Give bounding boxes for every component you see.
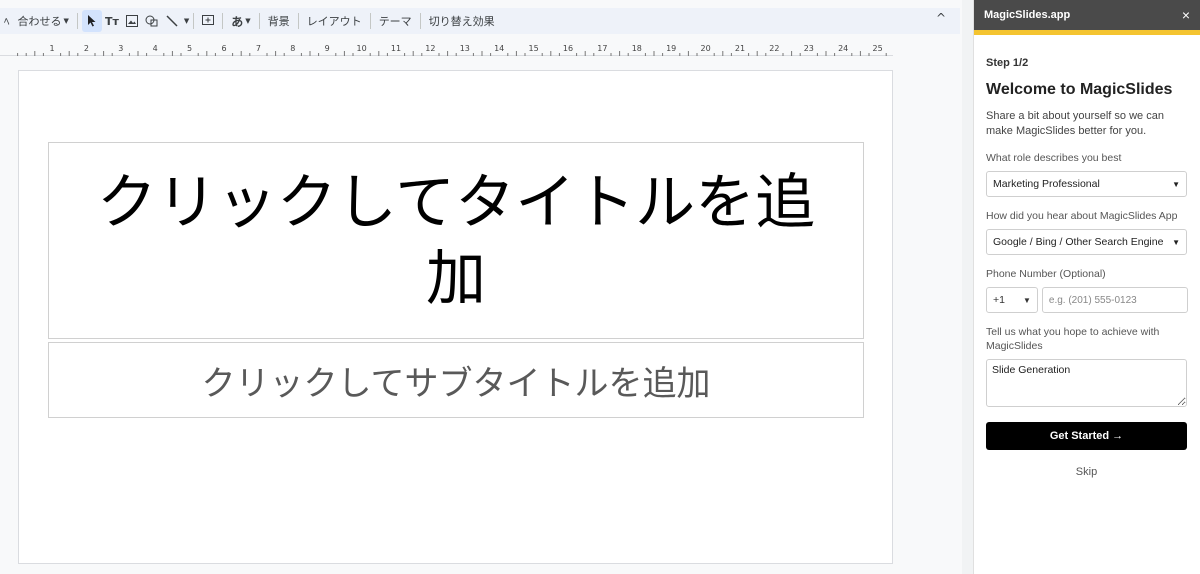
subtitle-placeholder-box[interactable]: クリックしてサブタイトルを追加: [48, 342, 864, 418]
chevron-down-icon: ▼: [245, 17, 251, 25]
phone-input[interactable]: [1041, 287, 1188, 313]
fit-zoom-menu[interactable]: 合わせる ▼: [14, 10, 73, 32]
onboarding-form: Step 1/2 Welcome to MagicSlides Share a …: [974, 57, 1200, 478]
toolbar-divider: [222, 13, 224, 29]
editor-toolbar: ﾍ 合わせる ▼ Tт ▼ あ ▼ 背景 レイアウト テーマ 切り替え効果 ^: [0, 8, 960, 34]
slide-canvas: クリックしてタイトルを追加 クリックしてサブタイトルを追加: [0, 56, 962, 574]
ruler-label: 6: [221, 44, 226, 53]
ruler-label: 13: [460, 44, 470, 53]
goal-label: Tell us what you hope to achieve with Ma…: [986, 326, 1160, 352]
role-select-value: Marketing Professional: [993, 178, 1100, 190]
phone-label: Phone Number (Optional): [986, 268, 1106, 280]
chevron-down-icon: ▼: [1022, 295, 1031, 305]
title-placeholder-box[interactable]: クリックしてタイトルを追加: [48, 142, 864, 339]
ruler-label: 1: [49, 44, 54, 53]
ruler-label: 20: [701, 44, 711, 53]
close-icon[interactable]: ×: [1182, 7, 1190, 23]
intro-text: Share a bit about yourself so we can mak…: [986, 110, 1164, 137]
line-tool-icon[interactable]: [162, 10, 182, 32]
ruler-label: 19: [666, 44, 676, 53]
ruler-label: 4: [153, 44, 158, 53]
skip-link[interactable]: Skip: [986, 466, 1187, 478]
transition-button[interactable]: 切り替え効果: [425, 10, 499, 32]
add-comment-icon[interactable]: [198, 10, 218, 32]
shape-icon[interactable]: [142, 10, 162, 32]
country-code-select[interactable]: +1 ▼: [986, 287, 1038, 313]
ruler-label: 21: [735, 44, 745, 53]
fit-zoom-label: 合わせる: [17, 15, 62, 28]
ruler-label: 23: [804, 44, 814, 53]
ruler-label: 14: [494, 44, 504, 53]
chevron-down-icon: ▼: [1172, 179, 1180, 189]
pointer-mode-icon[interactable]: ﾍ: [0, 10, 14, 32]
title-placeholder-text: クリックしてタイトルを追加: [96, 167, 816, 314]
source-label: How did you hear about MagicSlides App: [986, 210, 1178, 222]
collapse-toolbar-icon[interactable]: ^: [936, 11, 946, 25]
welcome-heading: Welcome to MagicSlides: [986, 81, 1173, 98]
sidebar-header: MagicSlides.app ×: [974, 0, 1200, 30]
get-started-button[interactable]: Get Started →: [986, 422, 1187, 450]
slide[interactable]: クリックしてタイトルを追加 クリックしてサブタイトルを追加: [18, 70, 893, 564]
ruler-label: 3: [118, 44, 123, 53]
step-indicator: Step 1/2: [986, 57, 1029, 69]
image-icon[interactable]: [122, 10, 142, 32]
toolbar-divider: [297, 13, 299, 29]
ruler-label: 17: [597, 44, 607, 53]
ruler-label: 18: [632, 44, 642, 53]
ruler-label: 25: [873, 44, 883, 53]
ruler-label: 11: [391, 44, 401, 53]
ruler-label: 24: [838, 44, 848, 53]
toolbar-divider: [76, 13, 78, 29]
horizontal-ruler[interactable]: 1 2 3 4 5 6 7 8 9 10 11 12 13 14 15 16 17 18 19 20 21 22 23 24 2…: [0, 40, 893, 56]
goal-textarea[interactable]: Slide Generation: [986, 359, 1187, 407]
ruler-label: 10: [357, 44, 367, 53]
layout-button[interactable]: レイアウト: [303, 10, 366, 32]
sidebar-title: MagicSlides.app: [984, 9, 1071, 21]
source-select-value: Google / Bing / Other Search Engine: [993, 236, 1164, 248]
accent-bar: [974, 30, 1200, 35]
ruler-label: 2: [84, 44, 89, 53]
input-tools-button[interactable]: あ ▼: [227, 10, 254, 32]
ruler-label: 9: [325, 44, 330, 53]
role-label: What role describes you best: [986, 152, 1122, 164]
ruler-label: 8: [290, 44, 295, 53]
app-window: ﾍ 合わせる▼ Tт ▼ あ▼ 背景 レイアウト テーマ 切り替え効果 ^: [0, 0, 1200, 574]
select-tool-icon[interactable]: [81, 10, 102, 32]
chevron-down-icon: ▼: [63, 17, 69, 25]
toolbar-divider: [419, 13, 421, 29]
toolbar-divider: [258, 13, 260, 29]
toolbar-divider: [193, 13, 195, 29]
line-dropdown-icon[interactable]: ▼: [184, 17, 189, 25]
toolbar-divider: [369, 13, 371, 29]
ruler-label: 12: [425, 44, 435, 53]
ruler-label: 15: [529, 44, 539, 53]
chevron-down-icon: ▼: [1172, 237, 1180, 247]
ruler-scale: 1 2 3 4 5 6 7 8 9 10 11 12 13 14 15 16 17 18 19 20 21 22 23 24 2…: [17, 44, 887, 56]
ruler-label: 7: [256, 44, 261, 53]
background-button[interactable]: 背景: [264, 10, 294, 32]
source-select[interactable]: Google / Bing / Other Search Engine ▼: [986, 229, 1187, 255]
ruler-label: 16: [563, 44, 573, 53]
country-code-value: +1: [993, 294, 1005, 306]
ruler-label: 5: [187, 44, 192, 53]
panel-divider: [962, 0, 974, 574]
ruler-label: 22: [769, 44, 779, 53]
theme-button[interactable]: テーマ: [375, 10, 416, 32]
role-select[interactable]: Marketing Professional ▼: [986, 171, 1187, 197]
text-box-icon[interactable]: Tт: [102, 10, 122, 32]
phone-row: +1 ▼: [986, 287, 1188, 313]
magicslides-sidebar: MagicSlides.app × Step 1/2 Welcome to Ma…: [974, 0, 1200, 574]
subtitle-placeholder-text: クリックしてサブタイトルを追加: [201, 363, 711, 404]
